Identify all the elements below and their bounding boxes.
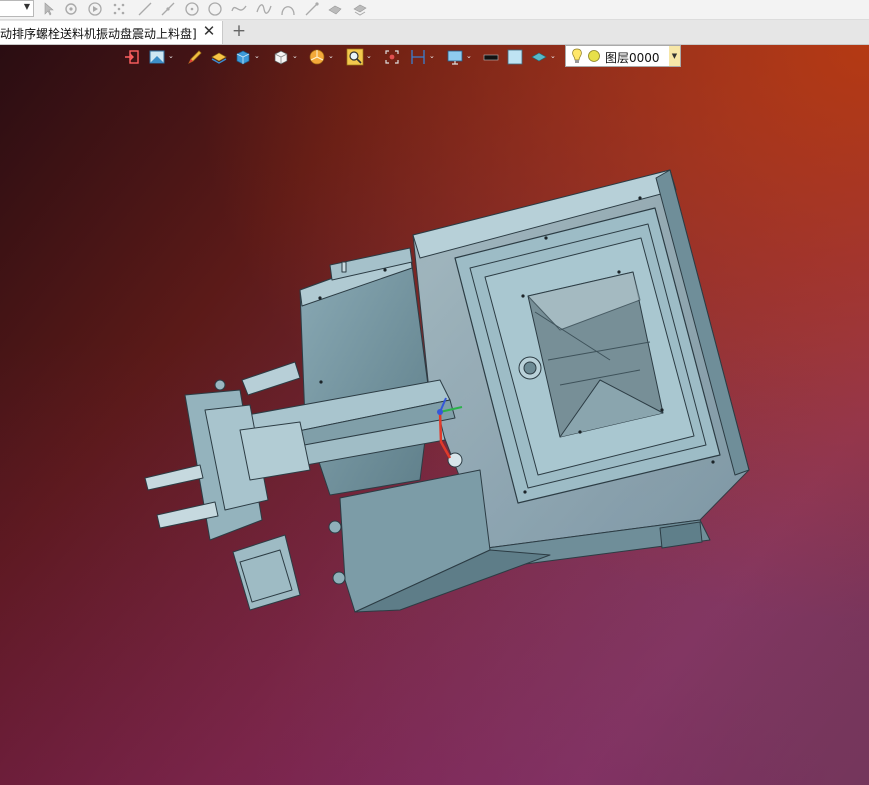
zoom-icon[interactable] — [346, 48, 364, 66]
sketch-toolbar: ▼ — [0, 0, 869, 20]
chevron-down-icon: ▼ — [671, 52, 678, 60]
dot-grid-icon[interactable] — [111, 1, 127, 17]
lightbulb-icon[interactable] — [570, 48, 584, 64]
layer-icon[interactable] — [530, 48, 548, 66]
document-tab-title: 动排序螺栓送料机振动盘震动上料盘] — [0, 27, 197, 41]
close-icon[interactable]: ✕ — [201, 22, 217, 40]
document-tab[interactable]: 动排序螺栓送料机振动盘震动上料盘] ✕ — [0, 21, 223, 44]
chevron-down-icon[interactable]: ⌄ — [429, 52, 435, 60]
chevron-down-icon[interactable]: ⌄ — [328, 52, 334, 60]
layer-stack-icon[interactable] — [210, 48, 228, 66]
chevron-down-icon[interactable]: ⌄ — [168, 52, 174, 60]
select-arrow-icon[interactable] — [41, 1, 57, 17]
layer-dropdown-button[interactable]: ▼ — [669, 45, 681, 67]
chevron-down-icon: ▼ — [23, 2, 30, 11]
chevron-down-icon[interactable]: ⌄ — [366, 52, 372, 60]
chevron-down-icon[interactable]: ⌄ — [466, 52, 472, 60]
polyline-icon[interactable] — [304, 1, 320, 17]
layer-selector[interactable]: 图层0000 — [565, 45, 671, 67]
black-line-icon[interactable] — [482, 48, 500, 66]
chevron-down-icon[interactable]: ⌄ — [254, 52, 260, 60]
cube-white-icon[interactable] — [272, 48, 290, 66]
layer-name: 图层0000 — [605, 51, 660, 65]
circle-center-icon[interactable] — [184, 1, 200, 17]
shape2-icon[interactable] — [352, 1, 368, 17]
square-icon[interactable] — [506, 48, 524, 66]
line-icon[interactable] — [137, 1, 153, 17]
arc-icon[interactable] — [280, 1, 296, 17]
monitor-icon[interactable] — [446, 48, 464, 66]
play-icon[interactable] — [87, 1, 103, 17]
chevron-down-icon[interactable]: ⌄ — [550, 52, 556, 60]
shape-icon[interactable] — [327, 1, 343, 17]
mode-combo[interactable]: ▼ — [0, 0, 34, 17]
chevron-down-icon[interactable]: ⌄ — [292, 52, 298, 60]
line2-icon[interactable] — [160, 1, 176, 17]
spline-icon[interactable] — [231, 1, 247, 17]
view-display-icon[interactable] — [148, 48, 166, 66]
pie-icon[interactable] — [308, 48, 326, 66]
layer-status-icon[interactable] — [587, 49, 601, 63]
cad-model — [144, 169, 750, 613]
fit-icon[interactable] — [383, 48, 401, 66]
3d-viewport[interactable] — [0, 45, 869, 785]
vibrating-feeder-assembly — [144, 169, 750, 613]
dimension-icon[interactable] — [409, 48, 427, 66]
circle-icon[interactable] — [207, 1, 223, 17]
cube-blue-icon[interactable] — [234, 48, 252, 66]
add-tab-icon[interactable]: + — [231, 21, 247, 41]
wave-icon[interactable] — [256, 1, 272, 17]
document-tab-strip: 动排序螺栓送料机振动盘震动上料盘] ✕ + — [0, 20, 869, 45]
pencil-icon[interactable] — [186, 48, 204, 66]
exit-icon[interactable] — [124, 48, 140, 66]
point-icon[interactable] — [63, 1, 79, 17]
